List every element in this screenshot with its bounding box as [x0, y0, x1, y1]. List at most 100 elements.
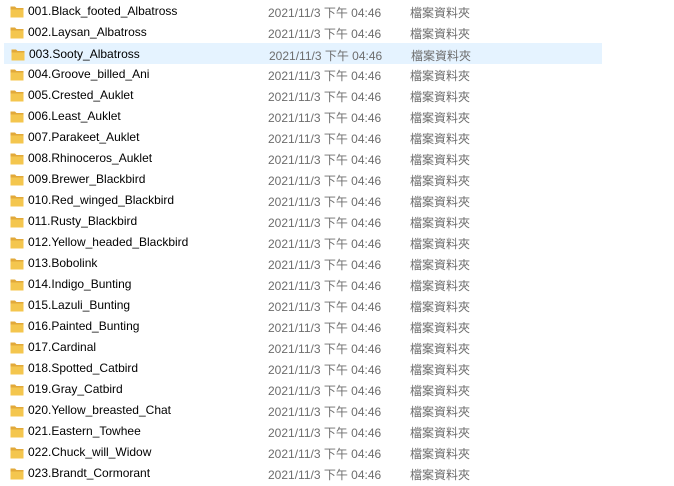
file-modified-date: 2021/11/3 下午 04:46 — [268, 111, 382, 125]
folder-icon — [10, 173, 24, 186]
file-name: 011.Rusty_Blackbird — [28, 214, 138, 228]
file-modified-date: 2021/11/3 下午 04:46 — [268, 384, 382, 398]
file-modified-date: 2021/11/3 下午 04:46 — [268, 174, 382, 188]
file-name: 014.Indigo_Bunting — [28, 277, 132, 291]
folder-icon — [10, 278, 24, 291]
file-type: 檔案資料夾 — [410, 342, 471, 356]
folder-icon — [10, 341, 24, 354]
file-modified-date: 2021/11/3 下午 04:46 — [268, 300, 382, 314]
file-row[interactable]: 004.Groove_billed_Ani 2021/11/3 下午 04:46… — [0, 64, 674, 85]
file-name: 023.Brandt_Cormorant — [28, 466, 151, 480]
file-type: 檔案資料夾 — [410, 153, 471, 167]
file-row[interactable]: 006.Least_Auklet 2021/11/3 下午 04:46 檔案資料… — [0, 106, 674, 127]
file-row[interactable]: 017.Cardinal 2021/11/3 下午 04:46 檔案資料夾 — [0, 337, 674, 358]
file-modified-date: 2021/11/3 下午 04:46 — [269, 49, 383, 63]
file-name: 020.Yellow_breasted_Chat — [28, 403, 171, 417]
file-modified-date: 2021/11/3 下午 04:46 — [268, 258, 382, 272]
file-name: 007.Parakeet_Auklet — [28, 130, 140, 144]
folder-icon — [10, 152, 24, 165]
file-type: 檔案資料夾 — [410, 258, 471, 272]
file-modified-date: 2021/11/3 下午 04:46 — [268, 195, 382, 209]
file-row[interactable]: 002.Laysan_Albatross 2021/11/3 下午 04:46 … — [0, 22, 674, 43]
file-type: 檔案資料夾 — [410, 426, 471, 440]
file-row[interactable]: 018.Spotted_Catbird 2021/11/3 下午 04:46 檔… — [0, 358, 674, 379]
file-name: 018.Spotted_Catbird — [28, 361, 139, 375]
file-name: 017.Cardinal — [28, 340, 97, 354]
file-type: 檔案資料夾 — [410, 384, 471, 398]
file-row[interactable]: 020.Yellow_breasted_Chat 2021/11/3 下午 04… — [0, 400, 674, 421]
folder-icon — [10, 68, 24, 81]
file-modified-date: 2021/11/3 下午 04:46 — [268, 237, 382, 251]
folder-icon — [10, 404, 24, 417]
file-name: 003.Sooty_Albatross — [29, 47, 140, 61]
file-modified-date: 2021/11/3 下午 04:46 — [268, 132, 382, 146]
file-name: 016.Painted_Bunting — [28, 319, 140, 333]
file-row[interactable]: 012.Yellow_headed_Blackbird 2021/11/3 下午… — [0, 232, 674, 253]
file-type: 檔案資料夾 — [410, 237, 471, 251]
file-name: 015.Lazuli_Bunting — [28, 298, 131, 312]
file-modified-date: 2021/11/3 下午 04:46 — [268, 468, 382, 482]
file-modified-date: 2021/11/3 下午 04:46 — [268, 426, 382, 440]
file-type: 檔案資料夾 — [410, 132, 471, 146]
file-type: 檔案資料夾 — [410, 363, 471, 377]
file-name: 022.Chuck_will_Widow — [28, 445, 152, 459]
file-modified-date: 2021/11/3 下午 04:46 — [268, 216, 382, 230]
file-modified-date: 2021/11/3 下午 04:46 — [268, 69, 382, 83]
file-modified-date: 2021/11/3 下午 04:46 — [268, 27, 382, 41]
file-type: 檔案資料夾 — [410, 321, 471, 335]
folder-icon — [10, 5, 24, 18]
file-row[interactable]: 009.Brewer_Blackbird 2021/11/3 下午 04:46 … — [0, 169, 674, 190]
file-row[interactable]: 003.Sooty_Albatross 2021/11/3 下午 04:46 檔… — [4, 43, 602, 64]
file-name: 005.Crested_Auklet — [28, 88, 134, 102]
file-type: 檔案資料夾 — [410, 405, 471, 419]
file-row[interactable]: 023.Brandt_Cormorant 2021/11/3 下午 04:46 … — [0, 463, 674, 484]
file-row[interactable]: 021.Eastern_Towhee 2021/11/3 下午 04:46 檔案… — [0, 421, 674, 442]
folder-icon — [10, 299, 24, 312]
file-row[interactable]: 005.Crested_Auklet 2021/11/3 下午 04:46 檔案… — [0, 85, 674, 106]
folder-icon — [10, 446, 24, 459]
file-list: 001.Black_footed_Albatross 2021/11/3 下午 … — [0, 1, 674, 484]
file-row[interactable]: 007.Parakeet_Auklet 2021/11/3 下午 04:46 檔… — [0, 127, 674, 148]
file-name: 001.Black_footed_Albatross — [28, 4, 178, 18]
file-type: 檔案資料夾 — [410, 468, 471, 482]
file-type: 檔案資料夾 — [410, 69, 471, 83]
file-row[interactable]: 016.Painted_Bunting 2021/11/3 下午 04:46 檔… — [0, 316, 674, 337]
file-row[interactable]: 013.Bobolink 2021/11/3 下午 04:46 檔案資料夾 — [0, 253, 674, 274]
file-type: 檔案資料夾 — [410, 300, 471, 314]
folder-icon — [10, 131, 24, 144]
file-row[interactable]: 011.Rusty_Blackbird 2021/11/3 下午 04:46 檔… — [0, 211, 674, 232]
file-row[interactable]: 022.Chuck_will_Widow 2021/11/3 下午 04:46 … — [0, 442, 674, 463]
file-row[interactable]: 008.Rhinoceros_Auklet 2021/11/3 下午 04:46… — [0, 148, 674, 169]
folder-icon — [10, 236, 24, 249]
folder-icon — [10, 110, 24, 123]
file-row[interactable]: 010.Red_winged_Blackbird 2021/11/3 下午 04… — [0, 190, 674, 211]
file-type: 檔案資料夾 — [410, 216, 471, 230]
file-modified-date: 2021/11/3 下午 04:46 — [268, 279, 382, 293]
file-modified-date: 2021/11/3 下午 04:46 — [268, 90, 382, 104]
file-type: 檔案資料夾 — [410, 6, 471, 20]
file-row[interactable]: 014.Indigo_Bunting 2021/11/3 下午 04:46 檔案… — [0, 274, 674, 295]
file-row[interactable]: 015.Lazuli_Bunting 2021/11/3 下午 04:46 檔案… — [0, 295, 674, 316]
file-name: 021.Eastern_Towhee — [28, 424, 141, 438]
folder-icon — [10, 215, 24, 228]
folder-icon — [10, 467, 24, 480]
folder-icon — [10, 89, 24, 102]
file-modified-date: 2021/11/3 下午 04:46 — [268, 447, 382, 461]
file-type: 檔案資料夾 — [410, 111, 471, 125]
folder-icon — [11, 48, 25, 61]
file-type: 檔案資料夾 — [410, 90, 471, 104]
folder-icon — [10, 257, 24, 270]
file-row[interactable]: 001.Black_footed_Albatross 2021/11/3 下午 … — [0, 1, 674, 22]
file-row[interactable]: 019.Gray_Catbird 2021/11/3 下午 04:46 檔案資料… — [0, 379, 674, 400]
file-name: 004.Groove_billed_Ani — [28, 67, 150, 81]
file-name: 012.Yellow_headed_Blackbird — [28, 235, 189, 249]
folder-icon — [10, 362, 24, 375]
file-name: 010.Red_winged_Blackbird — [28, 193, 175, 207]
folder-icon — [10, 26, 24, 39]
file-type: 檔案資料夾 — [411, 49, 472, 63]
file-name: 006.Least_Auklet — [28, 109, 121, 123]
folder-icon — [10, 320, 24, 333]
file-modified-date: 2021/11/3 下午 04:46 — [268, 342, 382, 356]
file-name: 013.Bobolink — [28, 256, 98, 270]
file-type: 檔案資料夾 — [410, 447, 471, 461]
